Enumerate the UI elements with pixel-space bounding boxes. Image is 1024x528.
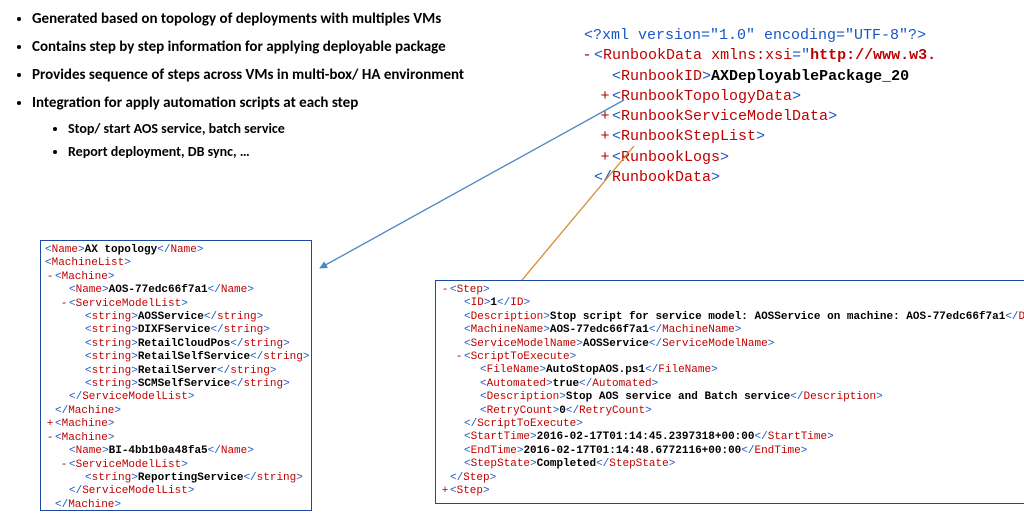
xml-step-detail: -<Step> <ID>1</ID> <Description>Stop scr… [435,280,1024,504]
bullet-1: Generated based on topology of deploymen… [32,10,554,28]
xml-declaration: <?xml version="1.0" encoding="UTF-8"?> [570,26,936,46]
bullet-4b: Report deployment, DB sync, … [68,143,554,160]
bullet-4a: Stop/ start AOS service, batch service [68,120,554,137]
bullet-4-text: Integration for apply automation scripts… [32,94,358,112]
xml-runbook-id: <RunbookID>AXDeployablePackage_20 [570,67,936,87]
bullet-4: Integration for apply automation scripts… [32,94,554,160]
xml-root-open: -<RunbookData xmlns:xsi="http://www.w3. [570,46,936,66]
xml-servicemodel-node: +<RunbookServiceModelData> [570,107,936,127]
xml-topology-node: +<RunbookTopologyData> [570,87,936,107]
xml-root-close: </RunbookData> [570,168,936,188]
xml-logs-node: +<RunbookLogs> [570,148,936,168]
xml-steplist-node: +<RunbookStepList> [570,127,936,147]
bullet-3: Provides sequence of steps across VMs in… [32,66,554,84]
bullet-2: Contains step by step information for ap… [32,38,554,56]
xml-topology-detail: <Name>AX topology</Name> <MachineList> -… [40,240,312,511]
xml-runbook-outline: <?xml version="1.0" encoding="UTF-8"?> -… [570,26,936,188]
feature-bullet-list: Generated based on topology of deploymen… [14,10,554,170]
